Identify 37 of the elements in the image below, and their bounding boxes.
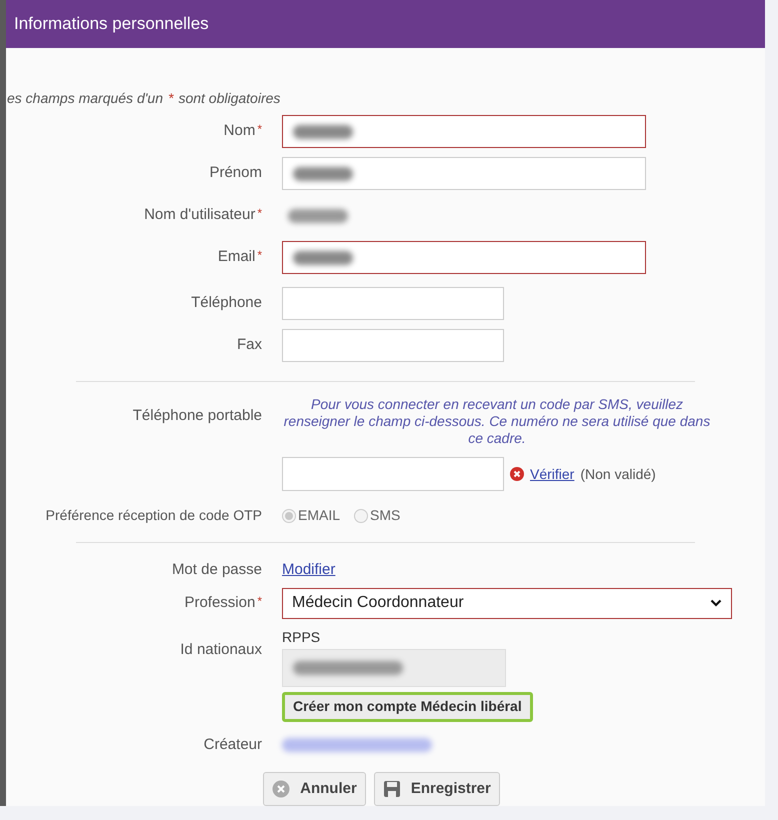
field-label: Id nationaux: [180, 640, 262, 660]
field-label: Nom: [224, 121, 256, 142]
blurred-text: [293, 250, 353, 265]
profession-select[interactable]: Médecin Coordonnateur: [282, 588, 732, 619]
sms-note: Pour vous connecter en recevant un code par SMS, veuillez renseigner le champ ci-dessous. Ce numéro ne sera utilisé que dans ce cadre.: [282, 396, 712, 448]
required-asterisk-label: *: [168, 89, 174, 108]
close-icon: [272, 780, 290, 798]
required-asterisk-label: *: [257, 121, 262, 138]
modify-link[interactable]: Modifier: [282, 559, 336, 582]
verify-link[interactable]: Vérifier: [530, 464, 574, 485]
chevron-down-icon: [710, 599, 722, 608]
field-label: Créateur: [204, 734, 262, 755]
field-label: Mot de passe: [172, 560, 262, 580]
rpps-label: RPPS: [282, 628, 320, 647]
validation-status: (Non validé): [580, 464, 656, 484]
field-label: Téléphone: [191, 293, 262, 314]
cancel-button[interactable]: Annuler: [263, 772, 366, 806]
field-label: Téléphone portable: [132, 406, 262, 426]
blurred-text: [293, 166, 353, 181]
input-field[interactable]: [282, 241, 646, 274]
required-note: sont obligatoires: [178, 89, 280, 108]
input-field[interactable]: [282, 115, 646, 148]
field-label: Fax: [236, 335, 262, 356]
field-label: Préférence réception de code OTP: [46, 506, 262, 526]
required-note: es champs marqués d'un: [7, 89, 163, 108]
header-title: Informations personnelles: [14, 13, 209, 36]
required-asterisk-label: *: [257, 592, 262, 610]
blurred-text: [293, 124, 353, 139]
save-button[interactable]: Enregistrer: [374, 772, 500, 806]
required-asterisk-label: *: [257, 247, 262, 264]
create-account-button[interactable]: Créer mon compte Médecin libéral: [282, 692, 533, 722]
blurred-text: [288, 208, 348, 223]
field-label: Email: [218, 247, 256, 268]
field-label: Profession: [184, 592, 256, 613]
field-label: Nom d'utilisateur: [144, 205, 256, 226]
field-label: Prénom: [209, 163, 262, 184]
required-asterisk-label: *: [257, 205, 262, 222]
